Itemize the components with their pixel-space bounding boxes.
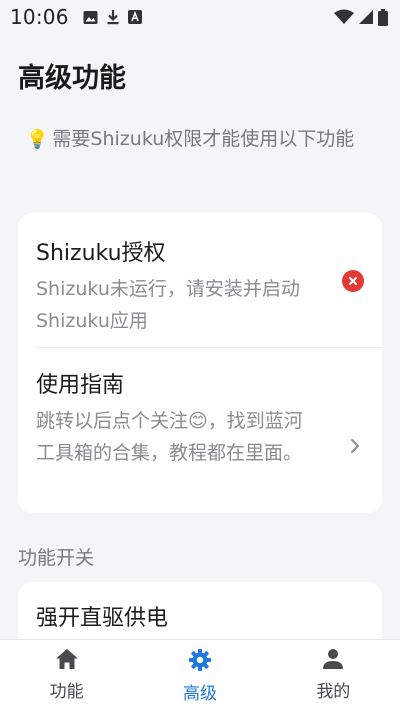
section-header: 功能开关 <box>18 547 95 569</box>
shizuku-auth-description: Shizuku未运行，请安装并启动Shizuku应用 <box>36 278 300 332</box>
usage-guide-title: 使用指南 <box>36 373 125 398</box>
font-icon <box>127 10 142 24</box>
nav-tab-features[interactable]: 功能 <box>0 640 133 711</box>
battery-icon <box>378 8 388 26</box>
permission-tip-text: 需要Shizuku权限才能使用以下功能 <box>52 128 355 150</box>
bottom-nav: 功能 高级 我的 <box>0 639 400 711</box>
image-icon <box>83 10 98 24</box>
lightbulb-icon: 💡 <box>26 129 49 150</box>
direct-power-title: 强开直驱供电 <box>36 606 169 631</box>
signal-icon <box>359 10 373 24</box>
wifi-icon <box>334 9 354 24</box>
nav-label-features: 功能 <box>49 682 84 702</box>
chevron-right-icon <box>351 439 359 453</box>
status-time: 10:06 <box>10 5 69 29</box>
nav-tab-advanced[interactable]: 高级 <box>133 640 266 711</box>
system-icons <box>334 8 388 26</box>
usage-guide-description: 跳转以后点个关注😊，找到蓝河工具箱的合集，教程都在里面。 <box>36 410 303 464</box>
nav-tab-me[interactable]: 我的 <box>267 640 400 711</box>
shizuku-auth-row[interactable]: Shizuku授权 Shizuku未运行，请安装并启动Shizuku应用 <box>18 213 382 347</box>
gear-icon <box>188 649 211 671</box>
notification-icons <box>83 9 142 25</box>
download-icon <box>107 10 119 25</box>
permission-tip: 💡 需要Shizuku权限才能使用以下功能 <box>26 124 371 155</box>
page-title: 高级功能 <box>18 63 126 94</box>
person-icon <box>323 649 344 669</box>
error-icon <box>342 270 364 292</box>
home-icon <box>55 649 78 669</box>
advanced-card: Shizuku授权 Shizuku未运行，请安装并启动Shizuku应用 使用指… <box>18 213 382 513</box>
shizuku-auth-title: Shizuku授权 <box>36 241 166 266</box>
nav-label-advanced: 高级 <box>182 684 217 704</box>
status-bar: 10:06 <box>0 0 400 34</box>
usage-guide-row[interactable]: 使用指南 跳转以后点个关注😊，找到蓝河工具箱的合集，教程都在里面。 <box>18 348 382 513</box>
nav-label-me: 我的 <box>316 682 351 702</box>
